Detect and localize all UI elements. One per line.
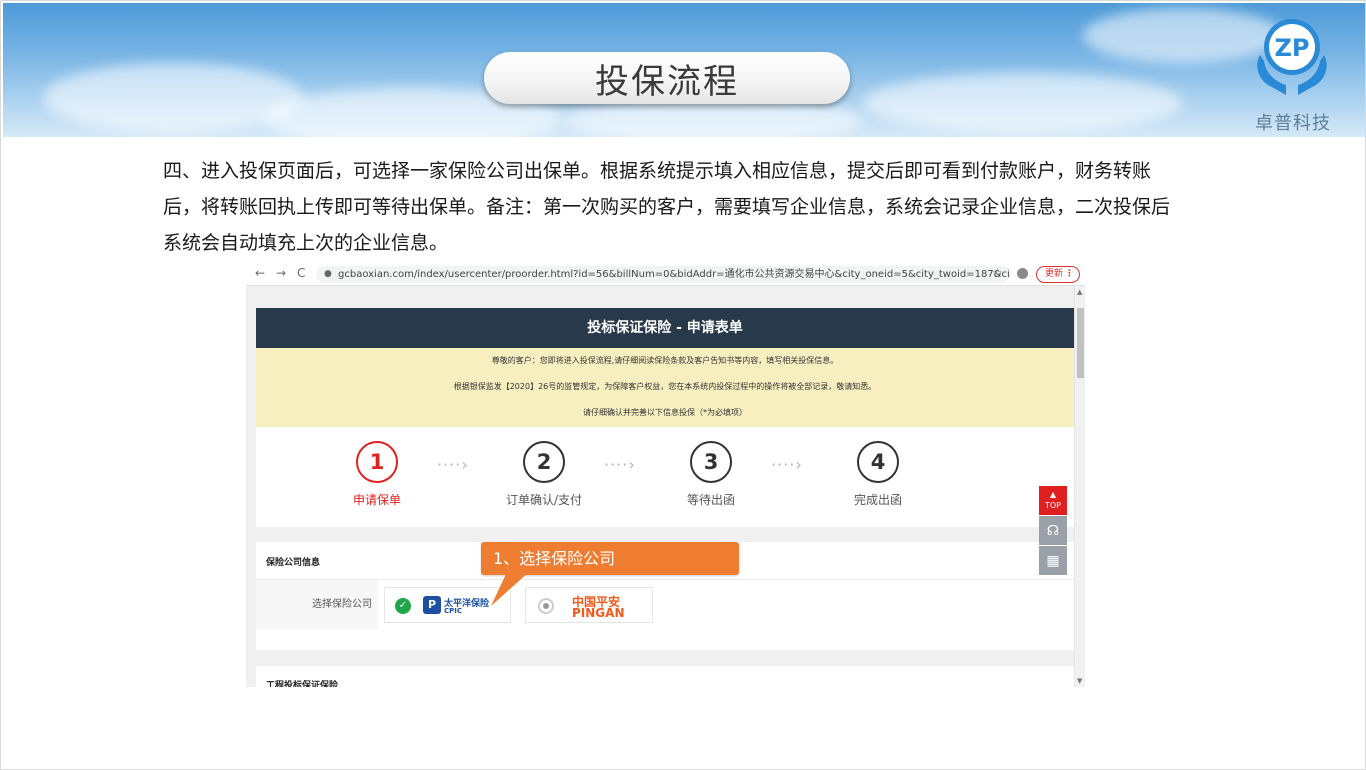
callout-box: 1、选择保险公司 <box>481 542 739 575</box>
scrollbar[interactable]: ▲ ▼ <box>1074 286 1085 687</box>
company-field-label: 选择保险公司 <box>256 580 378 630</box>
customer-service-icon[interactable]: ☊ <box>1039 516 1067 545</box>
description-text: 四、进入投保页面后，可选择一家保险公司出保单。根据系统提示填入相应信息，提交后即… <box>163 160 1171 254</box>
slide: 投保流程 ZP 卓普科技 四、进入投保页面后，可选择一家保险公司出保单。根据系统… <box>0 0 1366 770</box>
reload-icon[interactable]: C <box>297 266 305 280</box>
browser-screenshot: ← → C ● gcbaoxian.com/index/usercenter/p… <box>246 263 1085 687</box>
cpic-logo-icon: P <box>423 596 441 614</box>
step-waiting: 3 等待出函 <box>661 441 761 508</box>
update-label: 更新 <box>1045 269 1064 279</box>
profile-avatar-icon[interactable] <box>1017 268 1028 279</box>
forward-icon[interactable]: → <box>276 266 286 280</box>
insurance-section-title: 工程投标保证保险 <box>266 681 339 687</box>
company-name-en: PINGAN <box>572 606 625 620</box>
logo-letters: ZP <box>1275 34 1310 62</box>
callout-pointer <box>491 572 529 606</box>
notice-line: 尊敬的客户：您即将进入投保流程,请仔细阅读保险条款及客户告知书等内容，填写相关投… <box>491 356 839 365</box>
update-button[interactable]: 更新 ⋮ <box>1036 266 1080 283</box>
step-number: 3 <box>690 441 732 483</box>
form-title: 投标保证保险 - 申请表单 <box>256 308 1074 348</box>
step-arrow-icon: ····› <box>604 455 636 474</box>
lock-icon: ● <box>324 269 332 279</box>
arrow-up-icon: ▲ <box>1049 490 1057 499</box>
scroll-up-icon[interactable]: ▲ <box>1077 288 1082 296</box>
back-to-top-button[interactable]: ▲ TOP <box>1039 486 1067 515</box>
top-label: TOP <box>1044 501 1061 510</box>
url-text: gcbaoxian.com/index/usercenter/proorder.… <box>338 269 1010 280</box>
notice-line: 根据银保监发【2020】26号的监管规定，为保障客户权益，您在本系统内投保过程中… <box>453 382 877 391</box>
title-pill: 投保流程 <box>484 52 850 104</box>
browser-toolbar: ← → C ● gcbaoxian.com/index/usercenter/p… <box>246 263 1085 286</box>
step-apply: 1 申请保单 <box>327 441 427 508</box>
company-select-row: 选择保险公司 ✓ P 太平洋保险 CPIC 中国平安 PINGAN <box>256 580 1074 630</box>
step-confirm-pay: 2 订单确认/支付 <box>494 441 594 508</box>
step-number: 4 <box>857 441 899 483</box>
notice-line: 请仔细确认并完善以下信息投保（*为必填项） <box>583 408 747 417</box>
step-number: 1 <box>356 441 398 483</box>
insurance-section: 工程投标保证保险 <box>256 666 1074 687</box>
step-label: 完成出函 <box>853 493 902 507</box>
brand-logo-icon: ZP <box>1257 19 1327 95</box>
step-label: 申请保单 <box>352 493 401 507</box>
back-icon[interactable]: ← <box>255 266 265 280</box>
web-page: 投标保证保险 - 申请表单 尊敬的客户：您即将进入投保流程,请仔细阅读保险条款及… <box>246 286 1074 687</box>
address-bar[interactable]: ● gcbaoxian.com/index/usercenter/proorde… <box>316 266 1010 283</box>
header-banner: 投保流程 ZP 卓普科技 <box>3 3 1365 137</box>
checked-radio-icon[interactable]: ✓ <box>395 598 411 614</box>
floating-sidebar: ▲ TOP ☊ ▦ <box>1039 486 1067 575</box>
menu-icon: ⋮ <box>1065 269 1074 279</box>
scrollbar-thumb[interactable] <box>1077 308 1084 378</box>
qr-code-icon[interactable]: ▦ <box>1039 546 1067 575</box>
progress-steps: 1 申请保单 ····› 2 订单确认/支付 ····› 3 等待出函 ····… <box>256 427 1074 527</box>
star-icon[interactable]: ☆ <box>992 266 1003 280</box>
step-complete: 4 完成出函 <box>828 441 928 508</box>
brand-name: 卓普科技 <box>1255 113 1331 134</box>
callout-text: 1、选择保险公司 <box>493 549 616 568</box>
notice-panel: 尊敬的客户：您即将进入投保流程,请仔细阅读保险条款及客户告知书等内容，填写相关投… <box>256 348 1074 427</box>
company-section-title: 保险公司信息 <box>266 558 321 568</box>
scroll-down-icon[interactable]: ▼ <box>1077 677 1082 685</box>
company-name-en: CPIC <box>444 607 463 615</box>
page-title: 投保流程 <box>595 61 739 102</box>
step-arrow-icon: ····› <box>771 455 803 474</box>
step-label: 等待出函 <box>686 493 735 507</box>
step-label: 订单确认/支付 <box>505 493 583 507</box>
step-arrow-icon: ····› <box>437 455 469 474</box>
step-number: 2 <box>523 441 565 483</box>
